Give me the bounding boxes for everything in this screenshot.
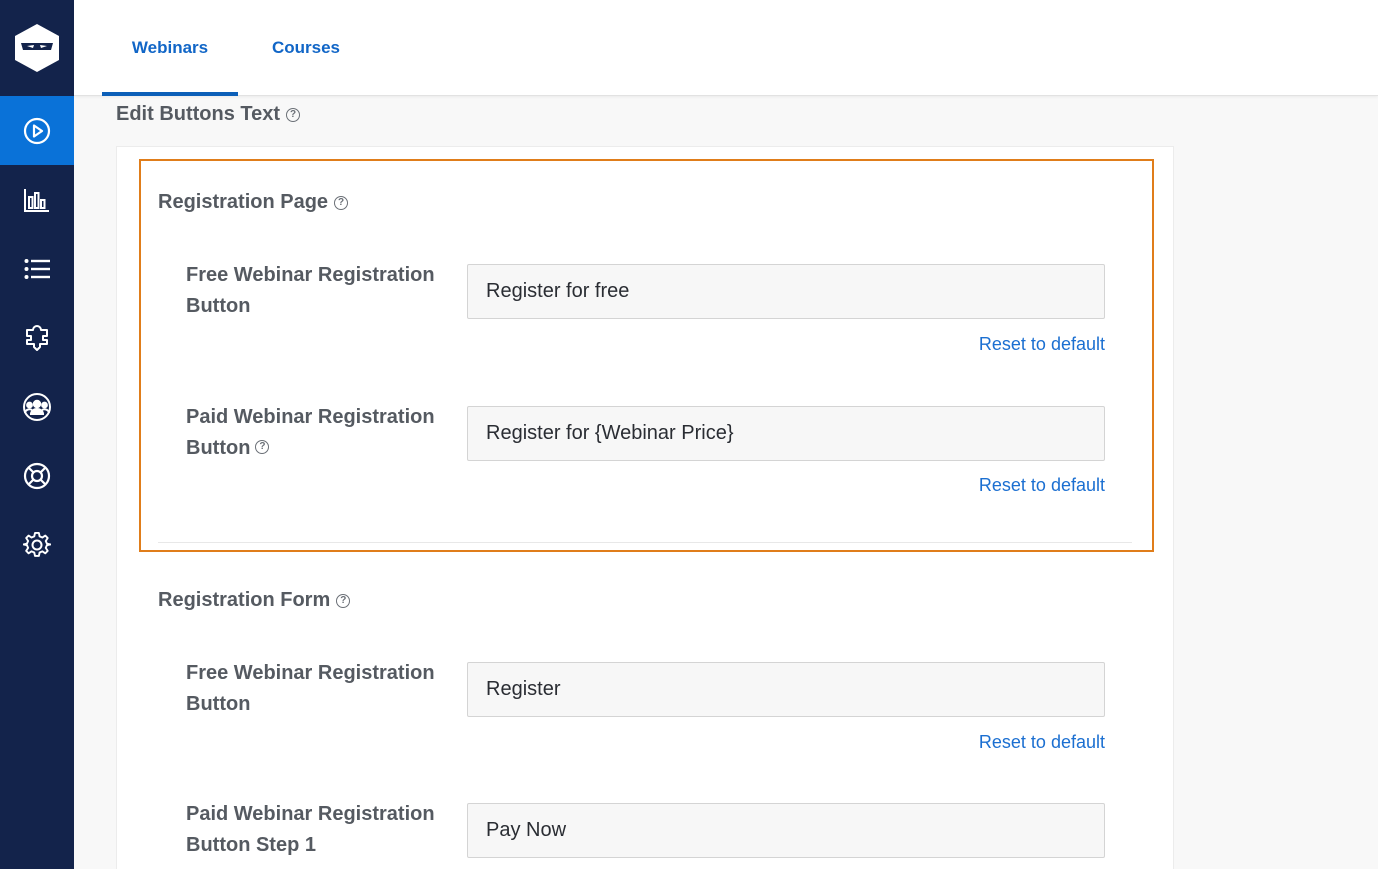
users-icon (23, 392, 51, 421)
nav-integrations[interactable] (0, 303, 74, 372)
form-free-registration-button-label: Free Webinar Registration Button (186, 662, 435, 715)
list-icon (24, 258, 50, 279)
registration-page-title: Registration Page ? (158, 191, 349, 214)
section-divider (158, 542, 1132, 543)
help-icon[interactable]: ? (255, 439, 270, 454)
nav-settings[interactable] (0, 510, 74, 579)
registration-form-title: Registration Form ? (158, 589, 351, 612)
free-registration-button-input[interactable]: Register for free (467, 264, 1105, 319)
top-bar: Webinars Courses (74, 0, 1378, 96)
nav-webinars[interactable] (0, 96, 74, 165)
reset-to-default-link[interactable]: Reset to default (979, 475, 1105, 496)
paid-registration-button-input[interactable]: Register for {Webinar Price} (467, 406, 1105, 461)
form-free-registration-button-input[interactable]: Register (467, 662, 1105, 717)
registration-form-title-text: Registration Form (158, 589, 331, 611)
form-paid-registration-step1-label: Paid Webinar Registration Button Step 1 (186, 803, 435, 856)
gear-icon (23, 531, 51, 557)
help-icon[interactable]: ? (336, 593, 351, 608)
sidebar (0, 0, 74, 869)
reset-to-default-link[interactable]: Reset to default (979, 334, 1105, 355)
section-title-text: Edit Buttons Text (116, 103, 281, 125)
free-registration-button-label: Free Webinar Registration Button (186, 264, 435, 317)
nav-attendees[interactable] (0, 372, 74, 441)
play-circle-icon (23, 117, 51, 144)
bar-chart-icon (24, 188, 49, 212)
help-icon[interactable]: ? (286, 107, 301, 122)
paid-registration-button-label: Paid Webinar Registration Button? (186, 402, 456, 464)
tab-courses[interactable]: Courses (254, 0, 358, 96)
paid-registration-button-label-text: Paid Webinar Registration Button (186, 406, 435, 459)
nav-list[interactable] (0, 234, 74, 303)
help-icon[interactable]: ? (334, 195, 349, 210)
lifebuoy-icon (23, 462, 51, 489)
section-title: Edit Buttons Text ? (116, 103, 301, 126)
form-paid-registration-step1-input[interactable]: Pay Now (467, 803, 1105, 858)
puzzle-icon (26, 324, 48, 351)
nav-support[interactable] (0, 441, 74, 510)
ninja-logo-icon[interactable] (0, 0, 74, 96)
reset-to-default-link[interactable]: Reset to default (979, 732, 1105, 753)
tab-webinars[interactable]: Webinars (102, 0, 238, 96)
registration-page-title-text: Registration Page (158, 191, 329, 213)
nav-analytics[interactable] (0, 165, 74, 234)
